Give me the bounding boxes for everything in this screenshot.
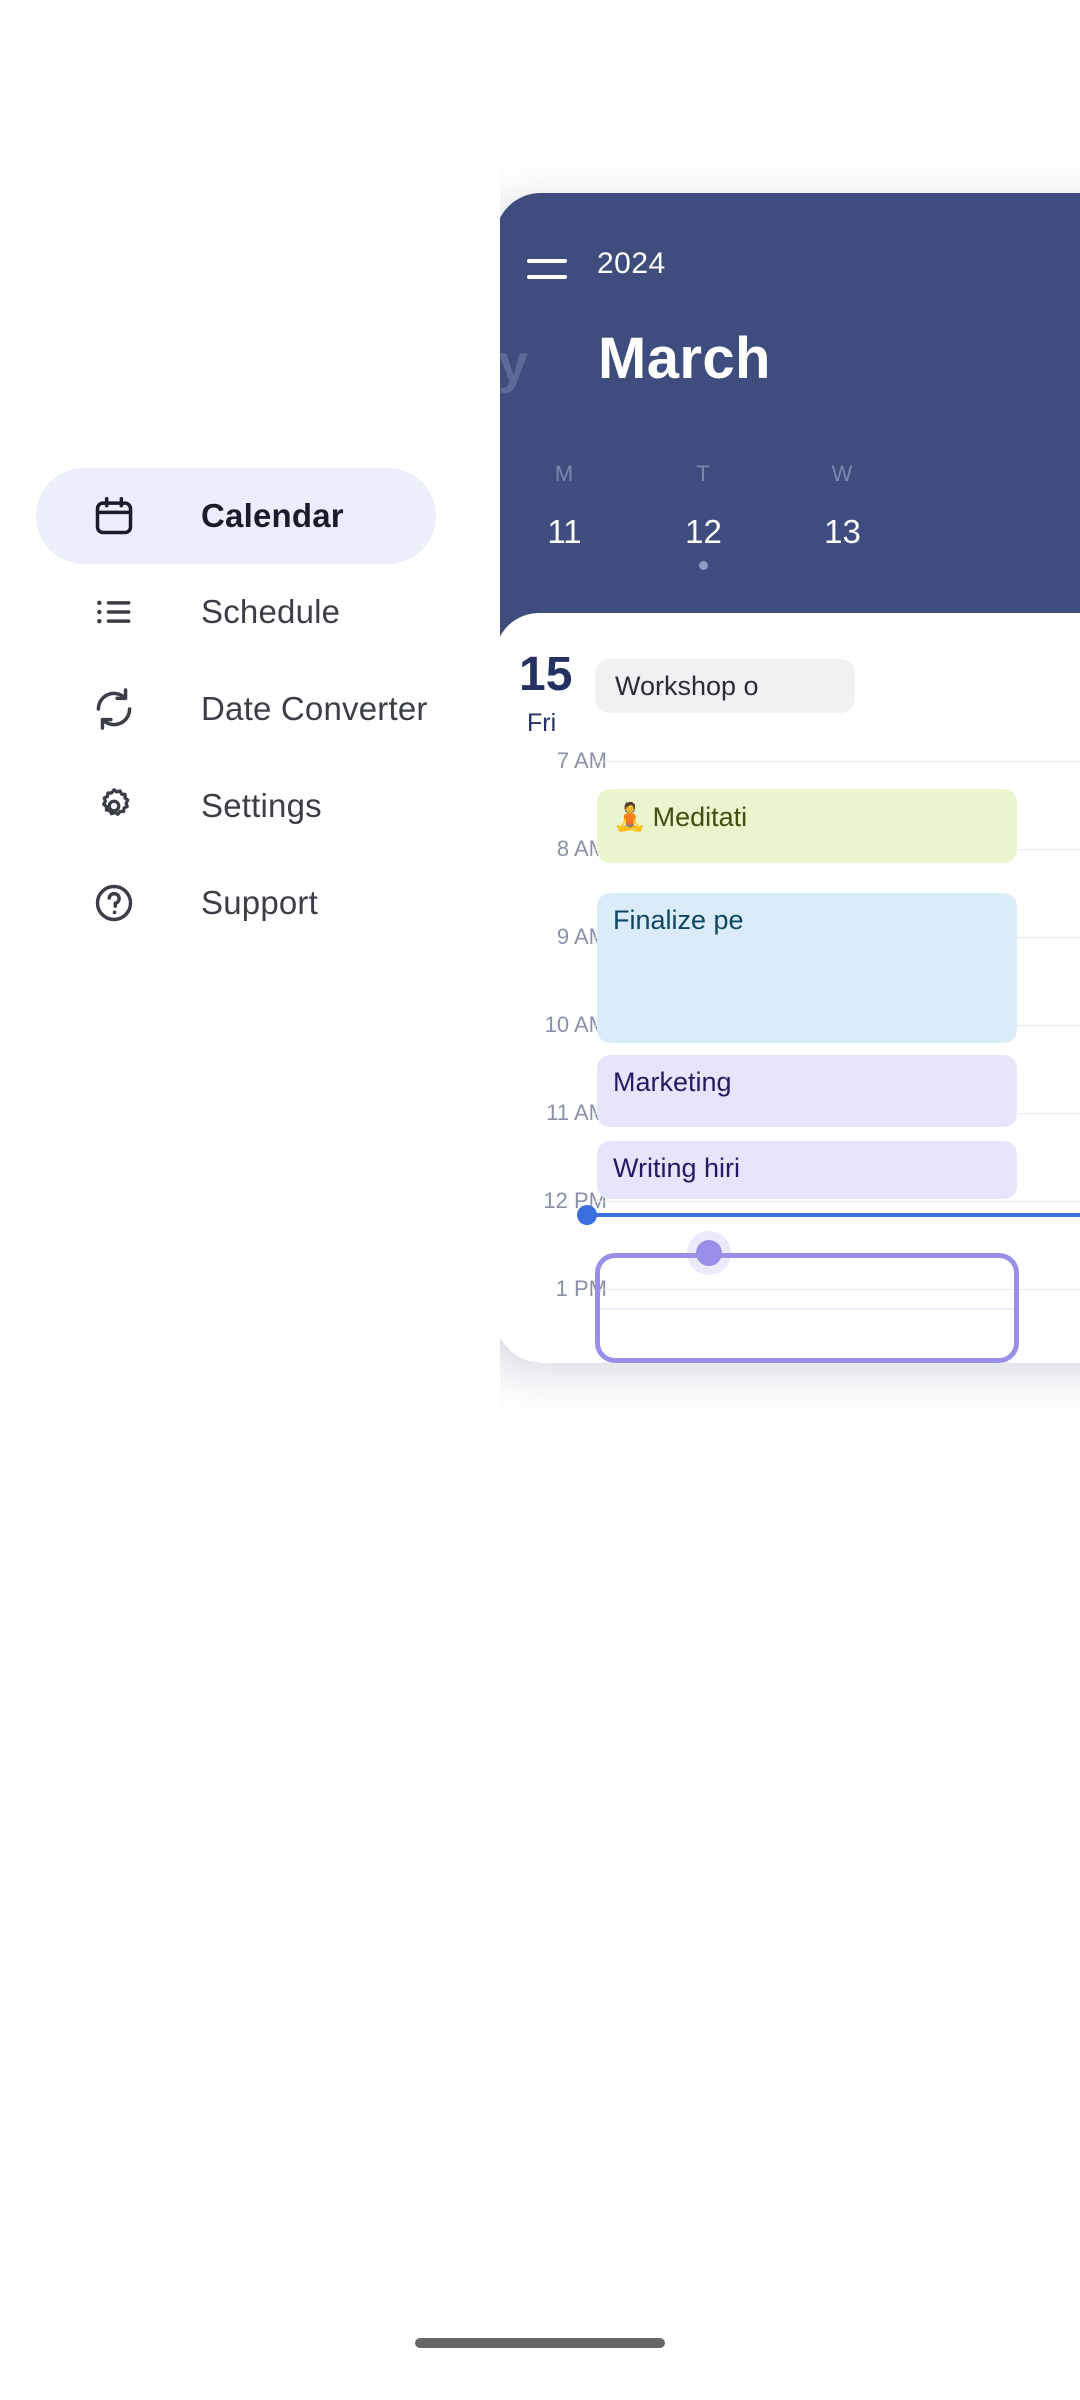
- week-strip: M 11 T 12 W 13: [495, 461, 1080, 570]
- weekday-letter: T: [696, 461, 711, 486]
- gear-icon: [91, 783, 137, 829]
- calendar-event[interactable]: Marketing: [597, 1055, 1017, 1127]
- sidebar-item-date-converter[interactable]: Date Converter: [36, 661, 428, 757]
- current-time-knob: [577, 1205, 597, 1225]
- agenda-sheet: 15 Fri Workshop o 7 AM 8 AM 9 AM 10 AM 1…: [495, 613, 1080, 1363]
- week-day-cell[interactable]: M 11: [495, 461, 634, 570]
- time-grid: 7 AM 8 AM 9 AM 10 AM 11 AM 12 PM 1 PM 🧘 …: [495, 748, 1080, 1363]
- event-title: Finalize pe: [613, 905, 744, 935]
- event-title: Meditati: [652, 802, 748, 832]
- refresh-icon: [91, 686, 137, 732]
- calendar-event[interactable]: Writing hiri: [597, 1141, 1017, 1199]
- selection-drag-handle[interactable]: [696, 1240, 722, 1266]
- weekday-letter: W: [831, 461, 854, 486]
- sidebar-item-label: Support: [201, 884, 318, 921]
- agenda-day-number: 15: [519, 648, 573, 701]
- current-time-indicator: [577, 1205, 1080, 1225]
- day-number: 11: [547, 513, 582, 550]
- list-icon: [91, 589, 137, 635]
- calendar-icon: [91, 493, 137, 539]
- week-day-cell[interactable]: T 12: [634, 461, 773, 570]
- year-label[interactable]: 2024: [597, 247, 666, 281]
- calendar-event[interactable]: 🧘 Meditati: [597, 789, 1017, 863]
- help-circle-icon: [91, 880, 137, 926]
- hour-divider: [595, 761, 1080, 762]
- sidebar-item-label: Calendar: [201, 497, 344, 534]
- sidebar-item-label: Date Converter: [201, 690, 428, 727]
- sidebar-item-support[interactable]: Support: [36, 855, 318, 951]
- week-day-cell[interactable]: W 13: [773, 461, 912, 570]
- calendar-event[interactable]: Finalize pe: [597, 893, 1017, 1043]
- all-day-event-chip[interactable]: Workshop o: [595, 659, 855, 713]
- hour-divider: [595, 1201, 1080, 1202]
- event-dot: [699, 561, 708, 570]
- current-month-label: March: [598, 326, 771, 391]
- event-selection-box[interactable]: [595, 1240, 1019, 1363]
- sidebar-item-settings[interactable]: Settings: [36, 758, 322, 854]
- agenda-day-weekday: Fri: [527, 709, 557, 737]
- calendar-header: 2024 ry March M 11 T 12 W 1: [495, 193, 1080, 613]
- agenda-day-header: 15 Fri Workshop o: [495, 637, 1080, 757]
- home-indicator: [415, 2338, 665, 2348]
- navigation-drawer: Calendar Schedule Date Converter Setting…: [0, 0, 500, 2400]
- calendar-app-panel: 2024 ry March M 11 T 12 W 1: [495, 193, 1080, 1363]
- weekday-letter: M: [554, 461, 575, 486]
- event-title: Writing hiri: [613, 1153, 741, 1183]
- meditation-emoji-icon: 🧘: [613, 802, 647, 832]
- sidebar-item-label: Schedule: [201, 593, 341, 630]
- sidebar-item-label: Settings: [201, 787, 322, 824]
- sidebar-item-schedule[interactable]: Schedule: [36, 564, 340, 660]
- month-carousel[interactable]: ry March: [495, 323, 1080, 413]
- hamburger-icon[interactable]: [527, 255, 567, 283]
- calendar-topbar: 2024: [495, 241, 1080, 301]
- day-number: 12: [685, 513, 722, 550]
- event-title: Marketing: [613, 1067, 732, 1097]
- day-number: 13: [824, 513, 861, 550]
- sidebar-item-calendar[interactable]: Calendar: [36, 468, 436, 564]
- app-screen: Calendar Schedule Date Converter Setting…: [0, 0, 1080, 2400]
- selection-midline: [600, 1308, 1014, 1310]
